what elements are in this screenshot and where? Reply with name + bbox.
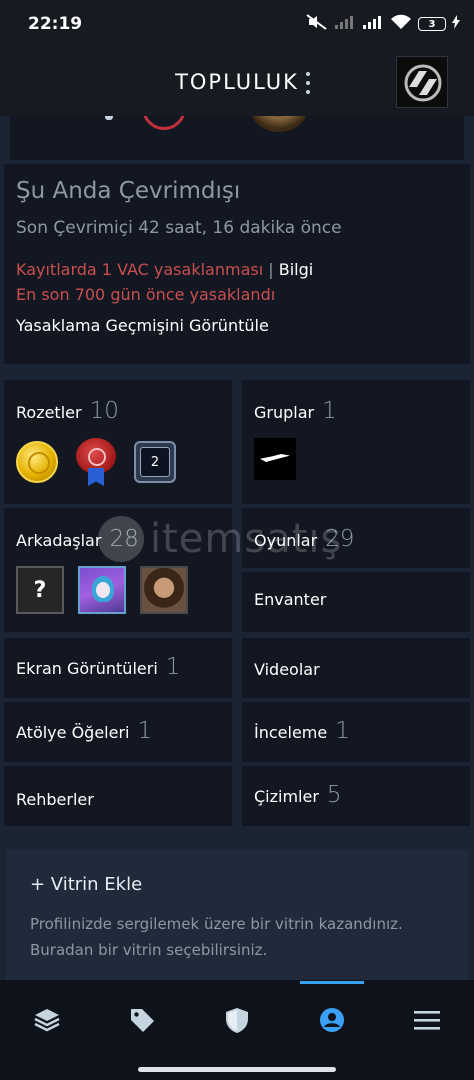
games-label: Oyunlar bbox=[254, 531, 318, 550]
shield-icon bbox=[225, 1008, 248, 1033]
nav-profile[interactable] bbox=[299, 981, 364, 1050]
bottom-nav bbox=[0, 980, 474, 1060]
games-cell[interactable]: Oyunlar 29 bbox=[242, 508, 470, 568]
reviews-label: İnceleme bbox=[254, 723, 328, 742]
nav-library[interactable] bbox=[17, 990, 77, 1050]
vac-ban-text: Kayıtlarda 1 VAC yasaklanması bbox=[16, 260, 264, 279]
artwork-count: 5 bbox=[326, 782, 342, 808]
separator: | bbox=[268, 260, 274, 279]
screenshots-label: Ekran Görüntüleri bbox=[16, 659, 158, 678]
badges-label: Rozetler bbox=[16, 403, 82, 422]
inventory-cell[interactable]: Envanter bbox=[242, 572, 470, 632]
friends-label: Arkadaşlar bbox=[16, 531, 102, 550]
workshop-cell[interactable]: Atölye Öğeleri 1 bbox=[4, 702, 232, 762]
vac-info-link[interactable]: Bilgi bbox=[279, 260, 313, 279]
vac-ban-line: Kayıtlarda 1 VAC yasaklanması | Bilgi bbox=[16, 260, 458, 279]
add-showcase-button[interactable]: + Vitrin Ekle bbox=[30, 874, 444, 895]
badges-cell[interactable]: Rozetler 10 2 bbox=[4, 380, 232, 504]
videos-label: Videolar bbox=[254, 660, 320, 679]
groups-cell[interactable]: Gruplar 1 bbox=[242, 380, 470, 504]
group-avatar-icon[interactable] bbox=[254, 438, 296, 480]
last-ban-text: En son 700 gün önce yasaklandı bbox=[16, 285, 276, 304]
signal-icon bbox=[334, 15, 356, 33]
friend-avatar-photo[interactable] bbox=[140, 566, 188, 614]
friends-count: 28 bbox=[109, 526, 139, 552]
charging-icon bbox=[452, 15, 460, 33]
more-options-icon[interactable] bbox=[300, 70, 316, 96]
library-icon bbox=[34, 1009, 60, 1032]
scrolled-content-peek bbox=[10, 116, 464, 160]
app-header: TOPLULUK bbox=[0, 52, 474, 116]
user-avatar[interactable] bbox=[396, 56, 448, 108]
ban-history-link[interactable]: Yasaklama Geçmişini Görüntüle bbox=[16, 316, 458, 335]
level-badge-number: 2 bbox=[140, 447, 170, 477]
status-icons: 3 bbox=[306, 14, 460, 34]
status-bar: 22:19 3 bbox=[0, 0, 474, 52]
videos-cell[interactable]: Videolar bbox=[242, 638, 470, 698]
artwork-cell[interactable]: Çizimler 5 bbox=[242, 766, 470, 826]
nav-guard[interactable] bbox=[207, 990, 267, 1050]
mute-icon bbox=[306, 14, 328, 34]
profile-icon bbox=[319, 1008, 344, 1032]
nav-menu[interactable] bbox=[397, 990, 457, 1050]
level-badge-icon[interactable]: 2 bbox=[134, 441, 176, 483]
battery-icon: 3 bbox=[418, 17, 446, 31]
store-tag-icon bbox=[131, 1009, 155, 1032]
red-seal-badge-icon[interactable] bbox=[76, 438, 116, 486]
screenshots-cell[interactable]: Ekran Görüntüleri 1 bbox=[4, 638, 232, 698]
profile-status-panel: Şu Anda Çevrimdışı Son Çevrimiçi 42 saat… bbox=[4, 164, 470, 364]
signal-icon bbox=[362, 15, 384, 33]
artwork-label: Çizimler bbox=[254, 787, 319, 806]
avatar-logo-icon bbox=[404, 64, 442, 102]
groups-count: 1 bbox=[322, 398, 337, 424]
showcase-description: Profilinizde sergilemek üzere bir vitrin… bbox=[30, 915, 403, 959]
online-state: Şu Anda Çevrimdışı bbox=[16, 178, 241, 204]
workshop-count: 1 bbox=[137, 718, 153, 744]
games-count: 29 bbox=[325, 526, 355, 552]
friend-avatar-unknown[interactable]: ? bbox=[16, 566, 64, 614]
friend-avatar-anime[interactable] bbox=[78, 566, 126, 614]
last-online: Son Çevrimiçi 42 saat, 16 dakika önce bbox=[16, 218, 342, 238]
partial-ring-icon bbox=[142, 116, 186, 130]
screenshots-count: 1 bbox=[165, 654, 181, 680]
friends-cell[interactable]: Arkadaşlar 28 ? bbox=[4, 508, 232, 632]
gold-coin-badge-icon[interactable] bbox=[16, 441, 58, 483]
nav-store[interactable] bbox=[112, 990, 172, 1050]
groups-label: Gruplar bbox=[254, 403, 315, 422]
home-indicator[interactable] bbox=[0, 1060, 474, 1080]
guides-label: Rehberler bbox=[16, 790, 94, 809]
badges-count: 10 bbox=[89, 398, 119, 424]
menu-icon bbox=[413, 1011, 440, 1030]
showcase-panel: + Vitrin Ekle Profilinizde sergilemek üz… bbox=[6, 850, 468, 990]
guides-cell[interactable]: Rehberler bbox=[4, 766, 232, 826]
workshop-label: Atölye Öğeleri bbox=[16, 723, 130, 742]
reviews-cell[interactable]: İnceleme 1 bbox=[242, 702, 470, 762]
partial-glyph bbox=[105, 116, 113, 120]
reviews-count: 1 bbox=[335, 718, 350, 744]
clock: 22:19 bbox=[28, 14, 83, 34]
inventory-label: Envanter bbox=[254, 590, 327, 609]
wifi-icon bbox=[390, 14, 412, 34]
partial-badge-icon bbox=[250, 116, 308, 132]
